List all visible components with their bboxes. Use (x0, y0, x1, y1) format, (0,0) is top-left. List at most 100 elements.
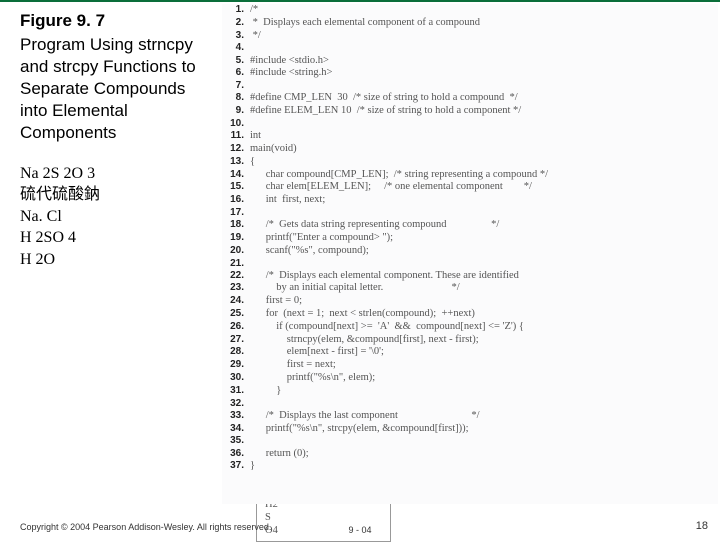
code-line: 17. (222, 207, 718, 219)
line-number: 22. (222, 270, 250, 283)
line-number: 3. (222, 30, 250, 43)
line-number: 37. (222, 460, 250, 473)
code-line: 14. char compound[CMP_LEN]; /* string re… (222, 169, 718, 182)
line-number: 21. (222, 258, 250, 270)
code-line: 21. (222, 258, 718, 270)
line-number: 9. (222, 105, 250, 118)
page-number: 18 (696, 520, 708, 532)
line-number: 6. (222, 67, 250, 80)
line-code: by an initial capital letter. */ (250, 282, 460, 295)
line-code: /* (250, 4, 258, 17)
line-code: int first, next; (250, 194, 325, 207)
line-number: 28. (222, 346, 250, 359)
copyright-text: Copyright © 2004 Pearson Addison-Wesley.… (20, 522, 271, 532)
code-listing: 1./*2. * Displays each elemental compone… (222, 4, 718, 504)
line-code: /* Displays each elemental component. Th… (250, 270, 519, 283)
line-number: 5. (222, 55, 250, 68)
line-number: 26. (222, 321, 250, 334)
line-code: first = next; (250, 359, 336, 372)
code-line: 2. * Displays each elemental component o… (222, 17, 718, 30)
line-number: 34. (222, 423, 250, 436)
line-code: for (next = 1; next < strlen(compound); … (250, 308, 475, 321)
page-mid: 9 - 04 (348, 526, 371, 536)
line-number: 23. (222, 282, 250, 295)
line-code: char elem[ELEM_LEN]; /* one elemental co… (250, 181, 532, 194)
line-code: } (250, 385, 281, 398)
figure-label: Figure 9. 7 (20, 10, 210, 32)
line-number: 33. (222, 410, 250, 423)
code-line: 25. for (next = 1; next < strlen(compoun… (222, 308, 718, 321)
line-code: */ (250, 30, 261, 43)
code-line: 33. /* Displays the last component */ (222, 410, 718, 423)
code-line: 5.#include <stdio.h> (222, 55, 718, 68)
line-number: 7. (222, 80, 250, 92)
line-code: elem[next - first] = '\0'; (250, 346, 384, 359)
code-line: 9.#define ELEM_LEN 10 /* size of string … (222, 105, 718, 118)
chem-item: 硫代硫酸鈉 (20, 184, 210, 206)
line-code: #include <string.h> (250, 67, 332, 80)
code-line: 32. (222, 398, 718, 410)
line-code: printf("%s\n", strcpy(elem, &compound[fi… (250, 423, 469, 436)
code-line: 27. strncpy(elem, &compound[first], next… (222, 334, 718, 347)
line-code: if (compound[next] >= 'A' && compound[ne… (250, 321, 524, 334)
line-number: 15. (222, 181, 250, 194)
code-line: 6.#include <string.h> (222, 67, 718, 80)
chem-item: Na 2S 2O 3 (20, 163, 210, 185)
line-number: 18. (222, 219, 250, 232)
chem-item: H 2SO 4 (20, 227, 210, 249)
line-number: 1. (222, 4, 250, 17)
code-line: 7. (222, 80, 718, 92)
line-number: 32. (222, 398, 250, 410)
line-code: printf("%s\n", elem); (250, 372, 375, 385)
line-code: #define ELEM_LEN 10 /* size of string to… (250, 105, 521, 118)
code-line: 24. first = 0; (222, 295, 718, 308)
code-line: 4. (222, 42, 718, 54)
line-code: int (250, 130, 261, 143)
line-code: { (250, 156, 255, 169)
code-line: 23. by an initial capital letter. */ (222, 282, 718, 295)
line-number: 19. (222, 232, 250, 245)
code-line: 11.int (222, 130, 718, 143)
line-code: main(void) (250, 143, 297, 156)
code-line: 10. (222, 118, 718, 130)
line-number: 29. (222, 359, 250, 372)
line-number: 17. (222, 207, 250, 219)
line-number: 25. (222, 308, 250, 321)
line-code: first = 0; (250, 295, 302, 308)
line-code: printf("Enter a compound> "); (250, 232, 393, 245)
code-line: 34. printf("%s\n", strcpy(elem, &compoun… (222, 423, 718, 436)
chem-item: H 2O (20, 249, 210, 271)
code-line: 1./* (222, 4, 718, 17)
code-line: 22. /* Displays each elemental component… (222, 270, 718, 283)
line-code: /* Displays the last component */ (250, 410, 480, 423)
code-line: 8.#define CMP_LEN 30 /* size of string t… (222, 92, 718, 105)
line-code: } (250, 460, 255, 473)
line-number: 30. (222, 372, 250, 385)
line-number: 24. (222, 295, 250, 308)
code-line: 19. printf("Enter a compound> "); (222, 232, 718, 245)
code-line: 28. elem[next - first] = '\0'; (222, 346, 718, 359)
line-number: 10. (222, 118, 250, 130)
code-line: 31. } (222, 385, 718, 398)
line-code: * Displays each elemental component of a… (250, 17, 480, 30)
code-line: 35. (222, 435, 718, 447)
line-number: 14. (222, 169, 250, 182)
code-line: 13.{ (222, 156, 718, 169)
code-line: 16. int first, next; (222, 194, 718, 207)
line-number: 4. (222, 42, 250, 54)
line-number: 36. (222, 448, 250, 461)
line-code: /* Gets data string representing compoun… (250, 219, 499, 232)
code-line: 29. first = next; (222, 359, 718, 372)
line-number: 20. (222, 245, 250, 258)
line-code: char compound[CMP_LEN]; /* string repres… (250, 169, 548, 182)
line-code: return (0); (250, 448, 309, 461)
line-number: 12. (222, 143, 250, 156)
line-number: 13. (222, 156, 250, 169)
line-number: 35. (222, 435, 250, 447)
line-code: #define CMP_LEN 30 /* size of string to … (250, 92, 518, 105)
code-line: 15. char elem[ELEM_LEN]; /* one elementa… (222, 181, 718, 194)
line-number: 27. (222, 334, 250, 347)
code-line: 37.} (222, 460, 718, 473)
line-number: 8. (222, 92, 250, 105)
line-number: 11. (222, 130, 250, 143)
